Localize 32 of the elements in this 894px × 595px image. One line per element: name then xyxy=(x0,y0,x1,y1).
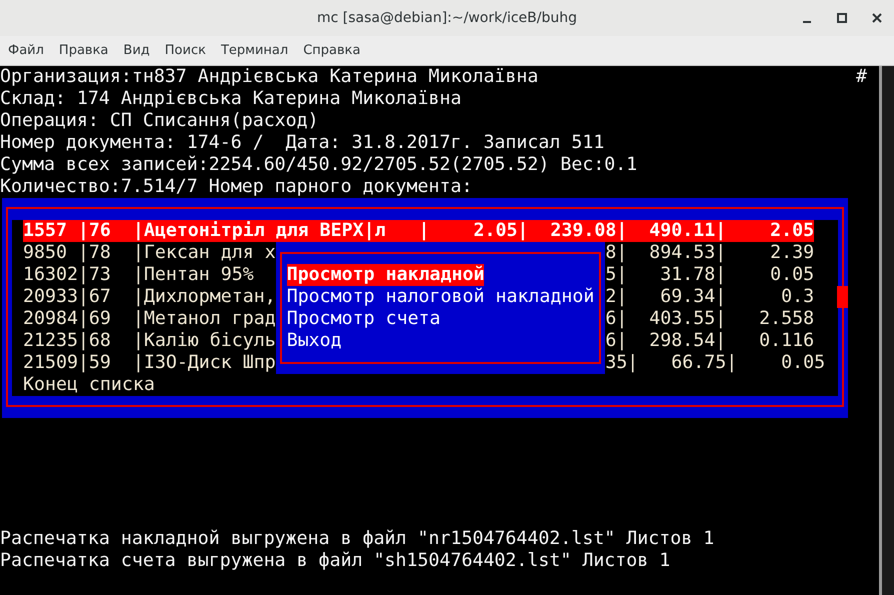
menu-item[interactable]: Поиск xyxy=(164,43,206,58)
menu-item[interactable]: Терминал xyxy=(220,43,288,58)
terminal-line: Сумма всех записей:2254.60/450.92/2705.52(2705.52) Вес:0.1 xyxy=(0,154,638,176)
list-row-values: 6| 403.55| 2.558 xyxy=(605,308,814,330)
list-row[interactable]: 1557 |76 |Ацетонітріл для ВЕРХ|л | 2.05| 239.08| 490.11| 2.05 xyxy=(23,220,814,242)
menu-item[interactable]: Правка xyxy=(58,43,108,58)
terminal-line: Операция: СП Списання(расход) xyxy=(0,110,319,132)
terminal-line: Номер документа: 174-6 / Дата: 31.8.2017г. Записал 511 xyxy=(0,132,604,154)
terminal-line: Склад: 174 Андрієвська Катерина Миколаївна xyxy=(0,88,462,110)
menu-item[interactable]: Файл xyxy=(8,43,44,58)
terminal-line: Распечатка счета выгружена в файл "sh1504764402.lst" Листов 1 xyxy=(0,550,670,572)
terminal-line: Распечатка накладной выгружена в файл "nr1504764402.lst" Листов 1 xyxy=(0,528,714,550)
list-row-values: 8| 894.53| 2.39 xyxy=(605,242,814,264)
list-row-values: 35| 66.75| 0.05 xyxy=(605,352,826,374)
list-row-values: 5| 31.78| 0.05 xyxy=(605,264,814,286)
maximize-icon[interactable] xyxy=(835,11,849,25)
scroll-marker xyxy=(837,286,848,308)
window-title: mc [sasa@debian]:~/work/iceB/buhg xyxy=(317,10,577,26)
menu-item[interactable]: Вид xyxy=(123,43,150,58)
list-row-values: 2| 69.34| 0.3 xyxy=(605,286,814,308)
list-end-text: Конец списка xyxy=(23,374,156,396)
scrollbar[interactable] xyxy=(879,66,894,595)
menu-item[interactable]: Справка xyxy=(303,43,360,58)
popup-menu-item[interactable]: Выход xyxy=(286,330,342,352)
popup-menu-item[interactable]: Просмотр налоговой накладной xyxy=(286,286,594,308)
close-icon[interactable] xyxy=(870,11,884,25)
popup-menu-item[interactable]: Просмотр счета xyxy=(286,308,441,330)
popup-menu-item[interactable]: Просмотр накладной xyxy=(286,264,484,286)
terminal-line: Количество:7.514/7 Номер парного документа: xyxy=(0,176,472,198)
corner-mark: # xyxy=(856,66,867,88)
list-row-values: 6| 298.54| 0.116 xyxy=(605,330,814,352)
terminal-line: Организация:тн837 Андрієвська Катерина Миколаївна xyxy=(0,66,538,88)
